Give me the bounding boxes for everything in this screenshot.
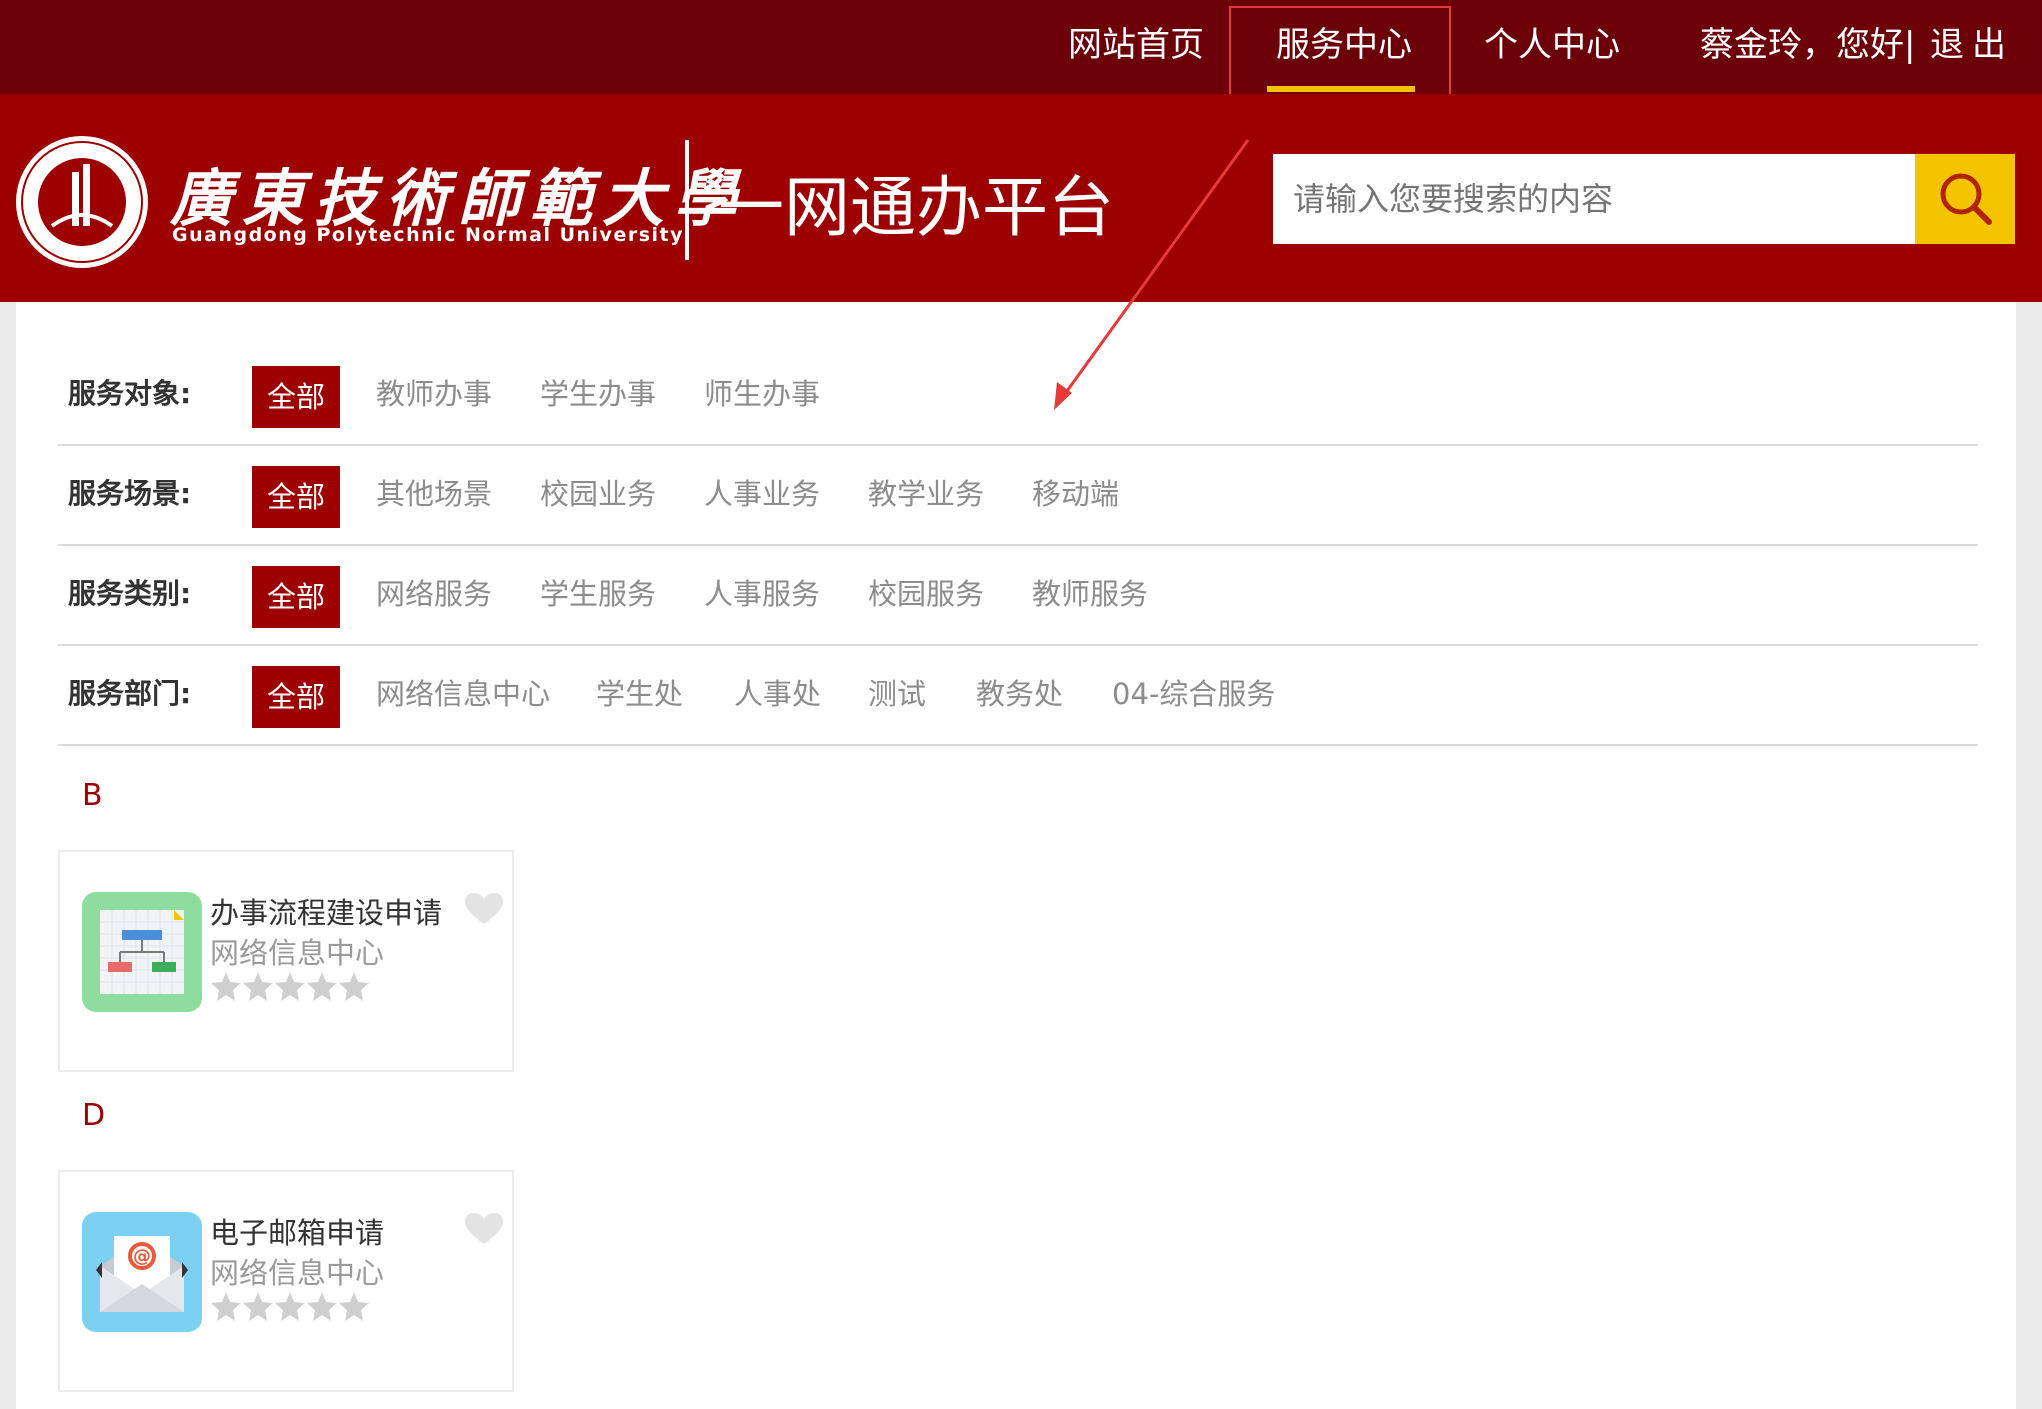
- rating-stars-icon: [211, 972, 369, 1001]
- filter-option-all[interactable]: 全部: [252, 466, 340, 528]
- service-list-panel: 服务对象: 全部 教师办事 学生办事 师生办事 服务场景: 全部 其他场景 校园…: [16, 302, 2016, 1409]
- filter-option[interactable]: 学生办事: [540, 346, 656, 442]
- filter-option[interactable]: 教师办事: [376, 346, 492, 442]
- search-button[interactable]: [1915, 154, 2015, 244]
- filter-option[interactable]: 04-综合服务: [1112, 646, 1275, 742]
- filter-option[interactable]: 学生服务: [540, 546, 656, 642]
- filter-option[interactable]: 测试: [868, 646, 926, 742]
- user-greeting: 蔡金玲，您好: [1700, 25, 1904, 65]
- filter-label: 服务场景:: [68, 477, 192, 510]
- nav-service-center-link[interactable]: 服务中心: [1276, 0, 1412, 94]
- filter-option[interactable]: 人事处: [734, 646, 821, 742]
- university-name-en: Guangdong Polytechnic Normal University: [172, 224, 684, 246]
- card-department: 网络信息中心: [210, 936, 385, 970]
- filter-option[interactable]: 移动端: [1032, 446, 1119, 542]
- card-department: 网络信息中心: [210, 1256, 385, 1290]
- email-icon: @: [82, 1212, 202, 1332]
- favorite-heart-icon[interactable]: [464, 892, 504, 926]
- letter-heading: B: [82, 778, 103, 813]
- filter-option[interactable]: 教务处: [976, 646, 1063, 742]
- search-input[interactable]: [1273, 154, 1917, 244]
- svg-text:1957: 1957: [68, 230, 96, 243]
- top-nav: 网站首页 服务中心 个人中心 蔡金玲，您好 | 退出: [0, 0, 2042, 100]
- flowchart-icon: [82, 892, 202, 1012]
- filter-option[interactable]: 人事业务: [704, 446, 820, 542]
- filter-option[interactable]: 人事服务: [704, 546, 820, 642]
- university-seal-logo: 1957: [16, 136, 148, 268]
- nav-personal-center-link[interactable]: 个人中心: [1484, 0, 1620, 94]
- card-title: 电子邮箱申请: [210, 1216, 385, 1250]
- header-divider: [685, 140, 689, 260]
- card-title: 办事流程建设申请: [210, 896, 443, 930]
- service-card[interactable]: @ 电子邮箱申请 网络信息中心: [58, 1170, 514, 1392]
- favorite-heart-icon[interactable]: [464, 1212, 504, 1246]
- nav-separator: |: [1904, 25, 1916, 65]
- filter-option[interactable]: 网络服务: [376, 546, 492, 642]
- nav-home-link[interactable]: 网站首页: [1068, 0, 1204, 94]
- search-icon: [1940, 173, 1992, 225]
- filter-option[interactable]: 网络信息中心: [376, 646, 550, 742]
- filter-label: 服务对象:: [68, 377, 192, 410]
- filter-option[interactable]: 学生处: [596, 646, 683, 742]
- logout-link[interactable]: 退出: [1930, 0, 2014, 94]
- filter-option-all[interactable]: 全部: [252, 566, 340, 628]
- platform-title: 一网通办平台: [718, 169, 1114, 246]
- filter-option[interactable]: 其他场景: [376, 446, 492, 542]
- filter-option[interactable]: 教学业务: [868, 446, 984, 542]
- letter-heading: D: [82, 1098, 106, 1133]
- filter-label: 服务类别:: [68, 577, 192, 610]
- filter-option[interactable]: 校园服务: [868, 546, 984, 642]
- filter-option-all[interactable]: 全部: [252, 666, 340, 728]
- filter-label: 服务部门:: [68, 677, 192, 710]
- svg-text:@: @: [133, 1246, 151, 1267]
- filter-option[interactable]: 师生办事: [704, 346, 820, 442]
- filter-option[interactable]: 教师服务: [1032, 546, 1148, 642]
- filter-row-target: 服务对象: 全部 教师办事 学生办事 师生办事: [58, 346, 1978, 446]
- filter-option[interactable]: 校园业务: [540, 446, 656, 542]
- filter-row-scene: 服务场景: 全部 其他场景 校园业务 人事业务 教学业务 移动端: [58, 446, 1978, 546]
- service-card[interactable]: 办事流程建设申请 网络信息中心: [58, 850, 514, 1072]
- nav-active-indicator: [1267, 86, 1415, 92]
- filter-row-department: 服务部门: 全部 网络信息中心 学生处 人事处 测试 教务处 04-综合服务: [58, 646, 1978, 746]
- filter-option-all[interactable]: 全部: [252, 366, 340, 428]
- filter-row-category: 服务类别: 全部 网络服务 学生服务 人事服务 校园服务 教师服务: [58, 546, 1978, 646]
- rating-stars-icon: [211, 1292, 369, 1321]
